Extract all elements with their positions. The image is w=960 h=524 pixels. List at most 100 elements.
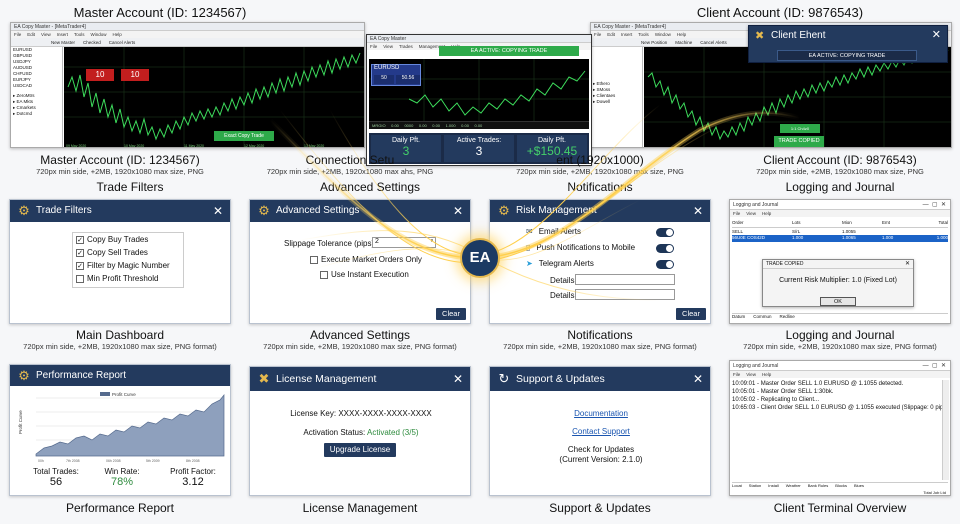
menu-item[interactable]: Edit xyxy=(27,32,35,37)
menu-item[interactable]: File xyxy=(370,44,377,49)
contact-support-link[interactable]: Contact Support xyxy=(490,427,712,436)
documentation-link[interactable]: Documentation xyxy=(490,409,712,418)
center-terminal-window[interactable]: EA Copy Master FileViewTradesManagementH… xyxy=(366,34,592,166)
email-alerts-toggle[interactable] xyxy=(656,228,674,237)
support-updates-panel[interactable]: ↻ Support & Updates ✕ Documentation Contac… xyxy=(489,366,711,496)
filter-copy-buy[interactable]: ✓ Copy Buy Trades xyxy=(76,235,180,248)
heading-notifications: Notifications xyxy=(567,180,633,194)
license-management-panel[interactable]: ✖ License Management ✕ License Key: XXXX-X… xyxy=(249,366,471,496)
toolbar-button[interactable]: Machine xyxy=(675,40,692,45)
close-icon[interactable]: ✕ xyxy=(453,367,463,391)
caption-main-dashboard-sub: 720px min side, +2MB, 1920x1080 max size… xyxy=(23,342,217,351)
menu-item[interactable]: File xyxy=(733,211,740,216)
checkbox[interactable]: ✓ xyxy=(76,248,84,257)
journal-window[interactable]: Logging and Journal — ▢ ✕ File View Help 10… xyxy=(729,360,951,496)
slippage-label: Slippage Tolerance (pips): xyxy=(284,239,377,248)
tab[interactable]: Blues xyxy=(854,483,864,489)
client-tree[interactable]: ▸ Ethero ▸ SMoss ▸ Clientaes ▸ Dowell xyxy=(591,47,643,147)
menu-item[interactable]: View xyxy=(41,32,51,37)
logging-journal-window[interactable]: Logging and Journal — ▢ ✕ File View Help Or… xyxy=(729,199,951,324)
close-icon[interactable]: ✕ xyxy=(905,260,910,269)
master-menubar[interactable]: File Edit View Insert Tools Window Help xyxy=(11,31,364,38)
slippage-input[interactable]: 2 ▾ xyxy=(372,237,436,248)
logging-tabs[interactable]: Datum Commun Redline xyxy=(732,313,948,321)
performance-report-panel[interactable]: ⚙ Performance Report Profit Curve Profit … xyxy=(9,364,231,496)
checkbox[interactable] xyxy=(310,255,318,264)
checkbox[interactable] xyxy=(320,270,328,279)
tab[interactable]: Locat xyxy=(732,483,742,489)
upgrade-license-button[interactable]: Upgrade License xyxy=(324,443,396,457)
toolbar-button[interactable]: New Position xyxy=(641,40,667,45)
risk-management-panel[interactable]: ⚙ Risk Management ✕ ✉ Email Alerts ▯ Push No… xyxy=(489,199,711,324)
tab[interactable]: Blocks xyxy=(835,483,847,489)
log-line: 10:05:01 - Master Order SELL 1:30bk. xyxy=(732,389,834,395)
filter-magic-number[interactable]: ✓ Filter by Magic Number xyxy=(76,261,180,274)
trade-filters-panel[interactable]: ⚙ Trade Filters ✕ ✓ Copy Buy Trades ✓ Copy S… xyxy=(9,199,231,324)
journal-scrollbar[interactable] xyxy=(942,380,949,480)
menu-item[interactable]: View xyxy=(383,44,393,49)
menu-item[interactable]: Help xyxy=(762,211,771,216)
toolbar-button[interactable]: Cancel Alerts xyxy=(109,40,136,45)
clear-button[interactable]: Clear xyxy=(676,308,706,320)
telegram-alerts-toggle[interactable] xyxy=(656,260,674,269)
menu-item[interactable]: File xyxy=(14,32,21,37)
advanced-settings-panel[interactable]: ⚙ Advanced Settings ✕ Slippage Tolerance (… xyxy=(249,199,471,324)
menu-item[interactable]: Trades xyxy=(399,44,413,49)
close-icon[interactable]: ✕ xyxy=(453,200,463,222)
table-row-selected[interactable]: 56U0E COS42D 1.000 1.0065 1.000 1.000 xyxy=(732,235,948,242)
clear-button[interactable]: Clear xyxy=(436,308,466,320)
menu-item[interactable]: Tools xyxy=(638,32,649,37)
logging-menubar[interactable]: File View Help xyxy=(730,210,950,217)
trade-copied-dialog[interactable]: TRADE COPIED ✕ Current Risk Multiplier: 1… xyxy=(762,259,914,307)
menu-item[interactable]: File xyxy=(594,32,601,37)
tab[interactable]: Redline xyxy=(780,314,795,321)
journal-tabs[interactable]: Locat Station Install Weather Bank Rules Bloc… xyxy=(732,482,948,489)
close-icon[interactable]: ✕ xyxy=(693,200,703,222)
master-symbol-list[interactable]: EURUSD GBPUSD USDJPY AUDUSD CHFUSD EURJPY USDC… xyxy=(11,47,63,147)
checkbox[interactable]: ✓ xyxy=(76,235,84,244)
close-icon[interactable]: ✕ xyxy=(693,367,703,391)
master-terminal-window[interactable]: EA Copy Master - [MetaTrader4] File Edit V… xyxy=(10,22,365,148)
toolbar-button[interactable]: Checked xyxy=(83,40,101,45)
menu-item[interactable]: Help xyxy=(762,372,771,377)
toolbar-button[interactable]: Cancel Alerts xyxy=(700,40,727,45)
menu-item[interactable]: Help xyxy=(677,32,686,37)
details-input-1[interactable] xyxy=(575,274,675,285)
menu-item[interactable]: Help xyxy=(113,32,122,37)
menu-item[interactable]: View xyxy=(746,372,756,377)
ea-logo: EA xyxy=(460,238,500,278)
filter-min-profit[interactable]: Min Profit Threshold xyxy=(76,274,180,287)
check-updates-label[interactable]: Check for Updates xyxy=(490,445,712,454)
menu-item[interactable]: Insert xyxy=(57,32,68,37)
details-input-2[interactable] xyxy=(575,289,675,300)
tab[interactable]: Install xyxy=(768,483,778,489)
ok-button[interactable]: OK xyxy=(820,297,856,306)
menu-item[interactable]: Insert xyxy=(621,32,632,37)
client-event-popup[interactable]: ✖ Client Ehent ✕ EA ACTIVE: COPYING TRAD… xyxy=(748,25,948,63)
menu-item[interactable]: View xyxy=(746,211,756,216)
tree-item[interactable]: ▸ Dotcmd xyxy=(11,111,62,117)
tab[interactable]: Bank Rules xyxy=(808,483,828,489)
journal-menubar[interactable]: File View Help xyxy=(730,371,950,378)
dialog-text: Current Risk Multiplier: 1.0 (Fixed Lot) xyxy=(779,277,897,284)
option-market-orders[interactable]: Execute Market Orders Only xyxy=(310,255,422,264)
option-instant-execution[interactable]: Use Instant Execution xyxy=(320,270,409,279)
close-icon[interactable]: ✕ xyxy=(213,200,223,222)
tree-item[interactable]: ▸ Dowell xyxy=(591,99,642,105)
toolbar-button[interactable]: New Master xyxy=(51,40,75,45)
menu-item[interactable]: Tools xyxy=(74,32,85,37)
tab[interactable]: Datum xyxy=(732,314,745,321)
menu-item[interactable]: Edit xyxy=(607,32,615,37)
push-notifications-toggle[interactable] xyxy=(656,244,674,253)
close-icon[interactable]: ✕ xyxy=(932,28,941,41)
menu-item[interactable]: Window xyxy=(655,32,671,37)
filter-copy-sell[interactable]: ✓ Copy Sell Trades xyxy=(76,248,180,261)
menu-item[interactable]: File xyxy=(733,372,740,377)
checkbox[interactable] xyxy=(76,274,84,283)
menu-item[interactable]: Window xyxy=(91,32,107,37)
master-toolbar[interactable]: New Master Checked Cancel Alerts xyxy=(11,38,364,47)
tab[interactable]: Weather xyxy=(786,483,801,489)
tab[interactable]: Commun xyxy=(753,314,771,321)
tab[interactable]: Station xyxy=(749,483,761,489)
checkbox[interactable]: ✓ xyxy=(76,261,84,270)
